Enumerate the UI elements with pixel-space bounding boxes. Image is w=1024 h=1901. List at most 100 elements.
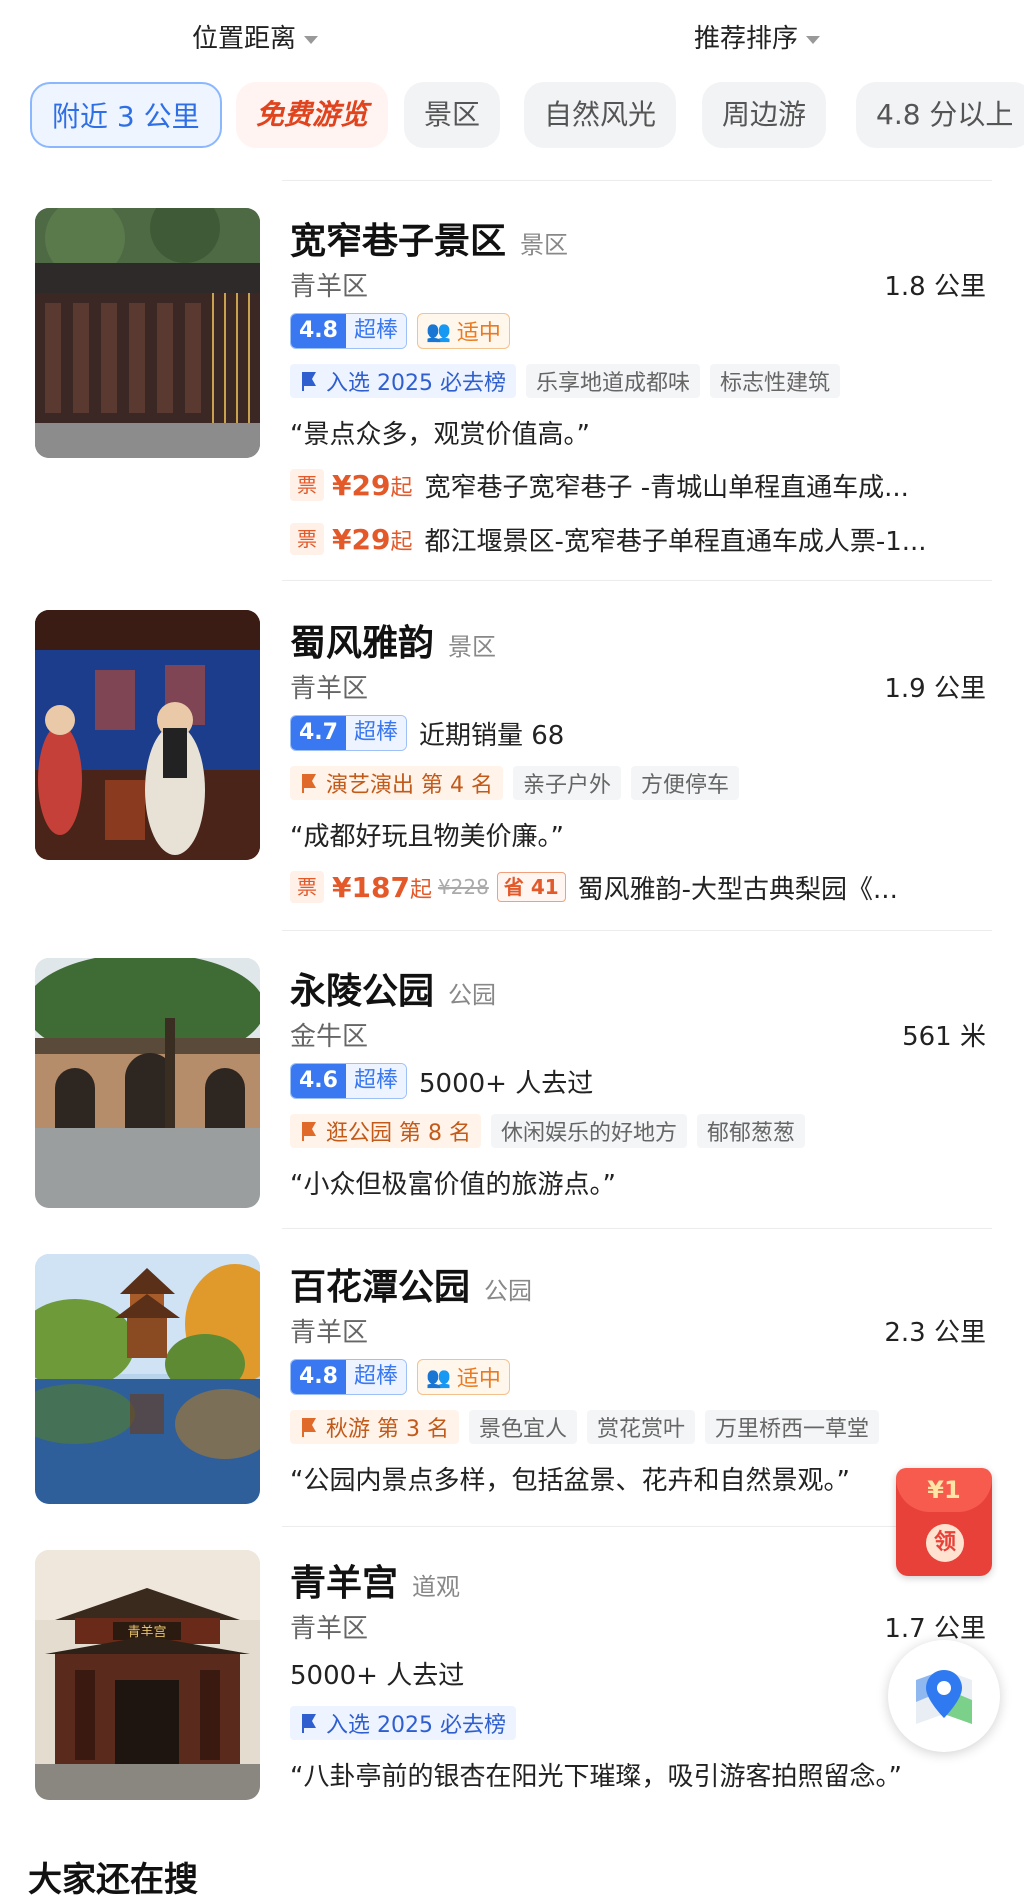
feature-tag: 休闲娱乐的好地方 xyxy=(490,1114,687,1148)
distance-sort-dropdown[interactable]: 位置距离 xyxy=(192,18,319,55)
rating-badge: 4.6 超棒 xyxy=(290,1063,407,1099)
rating-score: 4.8 xyxy=(291,1360,346,1394)
crowd-badge: 👥 适中 xyxy=(417,1359,510,1395)
ticket-price: ¥29起 xyxy=(332,523,412,556)
review-quote: “小众但极富价值的旅游点。” xyxy=(290,1170,616,1200)
recommend-sort-dropdown[interactable]: 推荐排序 xyxy=(694,18,821,55)
feature-tag: 万里桥西一草堂 xyxy=(705,1410,880,1444)
rank-tag-label: 入选 2025 必去榜 xyxy=(326,371,506,396)
sales-count: 近期销量 68 xyxy=(419,720,565,751)
ticket-icon: 票 xyxy=(290,871,324,903)
chip-nearby-trip[interactable]: 周边游 xyxy=(702,82,827,148)
feature-tag: 乐享地道成都味 xyxy=(525,364,700,398)
review-quote: “公园内景点多样，包括盆景、花卉和自然景观。” xyxy=(290,1466,850,1496)
ticket-price-suffix: 起 xyxy=(390,529,413,555)
rating-badge: 4.7 超棒 xyxy=(290,715,407,751)
red-packet-button[interactable]: ¥1 领 xyxy=(896,1468,992,1576)
ticket-row[interactable]: 票 ¥29起 宽窄巷子宽窄巷子 -青城山单程直通车成... xyxy=(290,466,909,504)
visitor-count: 5000+ 人去过 xyxy=(290,1660,465,1691)
crowd-badge: 👥 适中 xyxy=(417,313,510,349)
ticket-description: 蜀风雅韵-大型古典梨园《... xyxy=(577,874,898,905)
ticket-row[interactable]: 票 ¥29起 都江堰景区-宽窄巷子单程直通车成人票-1... xyxy=(290,520,927,558)
poi-name: 青羊宫 xyxy=(290,1563,399,1604)
poi-title[interactable]: 蜀风雅韵 景区 xyxy=(290,614,496,666)
poi-category: 公园 xyxy=(448,981,497,1009)
divider xyxy=(282,1228,992,1229)
feature-tag: 亲子户外 xyxy=(512,766,621,800)
rank-tag[interactable]: 演艺演出 第 4 名 xyxy=(290,766,503,800)
thumbnail-qingyang-palace[interactable]: 青羊宫 xyxy=(35,1550,260,1800)
poi-district: 青羊区 xyxy=(290,1614,369,1644)
rating-label: 超棒 xyxy=(345,1064,406,1098)
ticket-price-value: ¥29 xyxy=(332,522,391,556)
chip-nearby-3km[interactable]: 附近 3 公里 xyxy=(30,82,222,148)
thumbnail-baihuatan-park[interactable] xyxy=(35,1254,260,1504)
tag-row: 入选 2025 必去榜 乐享地道成都味 标志性建筑 xyxy=(290,362,850,400)
chip-free-visit[interactable]: 免费游览 xyxy=(236,82,389,148)
flag-icon xyxy=(302,774,316,793)
rating-row: 4.7 超棒 近期销量 68 xyxy=(290,714,564,752)
rating-score: 4.8 xyxy=(291,314,346,348)
thumbnail-yongling-park[interactable] xyxy=(35,958,260,1208)
poi-title[interactable]: 青羊宫 道观 xyxy=(290,1554,460,1606)
recommend-sort-label: 推荐排序 xyxy=(694,24,799,54)
rating-score: 4.6 xyxy=(291,1064,346,1098)
thumbnail-kuanzhai-alley[interactable] xyxy=(35,208,260,458)
chip-nature-scenery[interactable]: 自然风光 xyxy=(524,82,677,148)
rank-tag[interactable]: 入选 2025 必去榜 xyxy=(290,1706,516,1740)
rank-tag[interactable]: 秋游 第 3 名 xyxy=(290,1410,459,1444)
poi-category: 公园 xyxy=(484,1277,533,1305)
rating-label: 超棒 xyxy=(345,1360,406,1394)
map-view-button[interactable] xyxy=(888,1640,1000,1752)
flag-icon xyxy=(302,1122,316,1141)
rank-tag-label: 秋游 第 3 名 xyxy=(326,1417,449,1442)
thumbnail-shufeng-yayun[interactable] xyxy=(35,610,260,860)
map-pin-icon xyxy=(916,1670,972,1724)
poi-district: 青羊区 xyxy=(290,674,369,704)
poi-distance: 2.3 公里 xyxy=(884,1318,986,1348)
rating-row: 4.8 超棒 👥 适中 xyxy=(290,312,510,350)
rating-badge: 4.8 超棒 xyxy=(290,1359,407,1395)
poi-title[interactable]: 百花潭公园 公园 xyxy=(290,1258,532,1310)
divider xyxy=(282,1526,992,1527)
chevron-down-icon xyxy=(806,35,821,44)
ticket-price: ¥29起 xyxy=(332,469,412,502)
ticket-price: ¥187起 xyxy=(332,871,432,904)
poi-title[interactable]: 宽窄巷子景区 景区 xyxy=(290,212,568,264)
poi-category: 道观 xyxy=(412,1573,461,1601)
discount-badge: 省 41 xyxy=(496,872,566,902)
review-quote: “八卦亭前的银杏在阳光下璀璨，吸引游客拍照留念。” xyxy=(290,1762,902,1792)
ticket-price-value: ¥29 xyxy=(332,468,391,502)
tag-row: 演艺演出 第 4 名 亲子户外 方便停车 xyxy=(290,764,749,802)
rating-label: 超棒 xyxy=(345,716,406,750)
poi-district: 金牛区 xyxy=(290,1022,369,1052)
poi-distance: 561 米 xyxy=(902,1022,986,1052)
poi-district: 青羊区 xyxy=(290,1318,369,1348)
rank-tag-label: 演艺演出 第 4 名 xyxy=(326,773,493,798)
chip-rating-above-4-8[interactable]: 4.8 分以上 xyxy=(856,82,1024,148)
feature-tag: 标志性建筑 xyxy=(710,364,841,398)
rating-row: 4.6 超棒 5000+ 人去过 xyxy=(290,1062,593,1100)
ticket-description: 宽窄巷子宽窄巷子 -青城山单程直通车成... xyxy=(424,472,909,503)
rank-tag[interactable]: 入选 2025 必去榜 xyxy=(290,364,516,398)
original-price: ¥228 xyxy=(437,875,489,899)
review-quote: “成都好玩且物美价廉。” xyxy=(290,822,564,852)
chevron-down-icon xyxy=(304,35,319,44)
ticket-description: 都江堰景区-宽窄巷子单程直通车成人票-1... xyxy=(424,526,927,557)
ticket-row[interactable]: 票 ¥187起 ¥228 省 41 蜀风雅韵-大型古典梨园《... xyxy=(290,868,898,906)
poi-name: 蜀风雅韵 xyxy=(290,623,435,664)
poi-district: 青羊区 xyxy=(290,272,369,302)
rank-tag[interactable]: 逛公园 第 8 名 xyxy=(290,1114,481,1148)
poi-title[interactable]: 永陵公园 公园 xyxy=(290,962,496,1014)
distance-sort-label: 位置距离 xyxy=(192,24,297,54)
crowd-label: 适中 xyxy=(456,1367,501,1392)
visitor-row: 5000+ 人去过 xyxy=(290,1654,464,1692)
poi-name: 永陵公园 xyxy=(290,971,435,1012)
rating-row: 4.8 超棒 👥 适中 xyxy=(290,1358,510,1396)
flag-icon xyxy=(302,1418,316,1437)
poi-distance: 1.9 公里 xyxy=(884,674,986,704)
chip-scenic-area[interactable]: 景区 xyxy=(404,82,501,148)
flag-icon xyxy=(302,1714,316,1733)
rank-tag-label: 入选 2025 必去榜 xyxy=(326,1713,506,1738)
people-icon: 👥 xyxy=(426,1365,451,1389)
